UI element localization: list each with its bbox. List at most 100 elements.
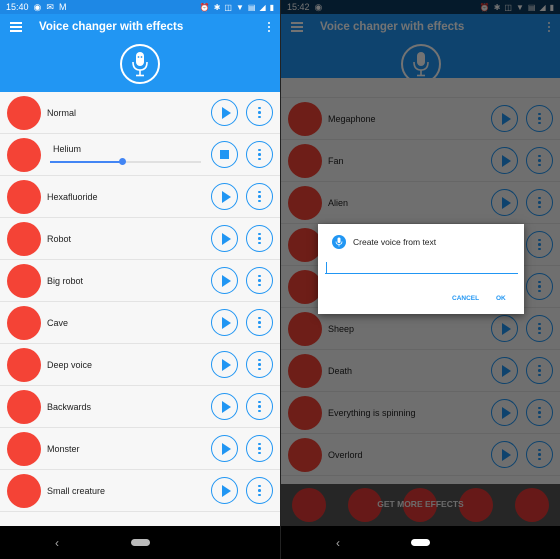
text-cursor: [326, 262, 327, 273]
play-button[interactable]: [211, 225, 238, 252]
play-button[interactable]: [211, 183, 238, 210]
more-options-button[interactable]: [246, 99, 273, 126]
effects-list[interactable]: Normal Helium Hexafluoride Robot Big robot Ca…: [0, 92, 280, 526]
record-mic-button[interactable]: [120, 44, 160, 84]
play-button[interactable]: [211, 351, 238, 378]
effect-name: Deep voice: [47, 359, 93, 370]
more-vert-icon: [538, 112, 541, 125]
vibrate-icon: ◫: [224, 2, 232, 12]
play-button[interactable]: [211, 309, 238, 336]
menu-icon[interactable]: [291, 22, 303, 32]
play-icon: [501, 322, 511, 335]
list-item[interactable]: Hexafluoride: [0, 176, 280, 218]
list-item[interactable]: Deep voice: [0, 344, 280, 386]
rewind-icon: [7, 389, 41, 424]
list-item[interactable]: Megaphone: [281, 98, 560, 140]
play-button[interactable]: [491, 105, 518, 132]
play-button[interactable]: [211, 267, 238, 294]
effect-name: Cave: [47, 317, 69, 328]
big-robot-icon: [7, 263, 41, 298]
play-button[interactable]: [211, 435, 238, 462]
list-item[interactable]: Monster: [0, 428, 280, 470]
effect-name: Small creature: [47, 485, 106, 496]
list-item[interactable]: Everything is spinning: [281, 392, 560, 434]
list-item[interactable]: Big robot: [0, 260, 280, 302]
more-options-button[interactable]: [526, 273, 553, 300]
status-bar: 15:42 ◉ ⏰ ✱ ◫ ▼ ▤ ◢ ▮: [281, 0, 560, 14]
more-options-button[interactable]: [246, 141, 273, 168]
home-button[interactable]: [411, 539, 430, 546]
stop-button[interactable]: [211, 141, 238, 168]
megaphone-icon: [288, 101, 322, 136]
more-options-button[interactable]: [526, 189, 553, 216]
play-button[interactable]: [491, 147, 518, 174]
play-button[interactable]: [491, 399, 518, 426]
more-options-button[interactable]: [246, 267, 273, 294]
battery-icon: ▮: [549, 2, 554, 12]
more-options-button[interactable]: [246, 477, 273, 504]
more-options-button[interactable]: [246, 351, 273, 378]
play-icon: [221, 106, 231, 119]
get-more-effects-button[interactable]: GET MORE EFFECTS: [281, 499, 560, 509]
more-options-button[interactable]: [526, 231, 553, 258]
more-vert-icon: [258, 484, 261, 497]
back-button[interactable]: ‹: [336, 536, 340, 550]
text-input[interactable]: [325, 260, 518, 274]
play-button[interactable]: [211, 99, 238, 126]
home-button[interactable]: [130, 539, 150, 546]
list-item[interactable]: Cave: [0, 302, 280, 344]
back-button[interactable]: ‹: [55, 536, 59, 550]
list-item[interactable]: Sheep: [281, 308, 560, 350]
playback-slider[interactable]: [50, 158, 201, 165]
more-options-button[interactable]: [526, 147, 553, 174]
more-options-button[interactable]: [246, 393, 273, 420]
play-button[interactable]: [491, 441, 518, 468]
list-item[interactable]: Alien: [281, 182, 560, 224]
battery-icon: ▮: [269, 2, 274, 12]
signal-icon: ◢: [259, 2, 266, 12]
more-options-button[interactable]: [526, 105, 553, 132]
play-button[interactable]: [491, 357, 518, 384]
list-item[interactable]: Small creature: [0, 470, 280, 512]
more-options-button[interactable]: [246, 435, 273, 462]
overlord-icon: [288, 437, 322, 472]
play-icon: [501, 406, 511, 419]
more-options-button[interactable]: [526, 399, 553, 426]
play-icon: [501, 448, 511, 461]
list-item[interactable]: Robot: [0, 218, 280, 260]
list-item[interactable]: Helium: [0, 134, 280, 176]
effect-name: Monster: [47, 443, 80, 454]
play-button[interactable]: [491, 315, 518, 342]
message-icon: ✉: [46, 1, 54, 12]
more-options-button[interactable]: [526, 315, 553, 342]
cancel-button[interactable]: CANCEL: [452, 295, 479, 302]
more-options-button[interactable]: [246, 309, 273, 336]
list-item[interactable]: Death: [281, 350, 560, 392]
status-bar: 15:40 ◉ ✉ M ⏰ ✱ ◫ ▼ ▤ ◢ ▮: [0, 0, 280, 14]
effect-name: Sheep: [328, 323, 355, 334]
play-icon: [501, 364, 511, 377]
more-options-button[interactable]: [246, 183, 273, 210]
play-button[interactable]: [211, 393, 238, 420]
get-more-effects-bar[interactable]: GET MORE EFFECTS: [281, 484, 560, 526]
overflow-menu-icon[interactable]: [267, 22, 271, 32]
more-vert-icon: [258, 274, 261, 287]
more-options-button[interactable]: [526, 441, 553, 468]
play-button[interactable]: [211, 477, 238, 504]
play-button[interactable]: [491, 189, 518, 216]
more-options-button[interactable]: [526, 357, 553, 384]
play-icon: [221, 316, 231, 329]
list-item[interactable]: Normal: [0, 92, 280, 134]
list-item[interactable]: Overlord: [281, 434, 560, 476]
menu-icon[interactable]: [10, 22, 22, 32]
more-options-button[interactable]: [246, 225, 273, 252]
ok-button[interactable]: OK: [496, 295, 506, 302]
list-item[interactable]: Backwards: [0, 386, 280, 428]
overflow-menu-icon[interactable]: [547, 22, 551, 32]
list-item[interactable]: Fan: [281, 140, 560, 182]
play-icon: [221, 190, 231, 203]
more-vert-icon: [538, 196, 541, 209]
play-icon: [221, 232, 231, 245]
more-vert-icon: [258, 148, 261, 161]
more-vert-icon: [538, 448, 541, 461]
